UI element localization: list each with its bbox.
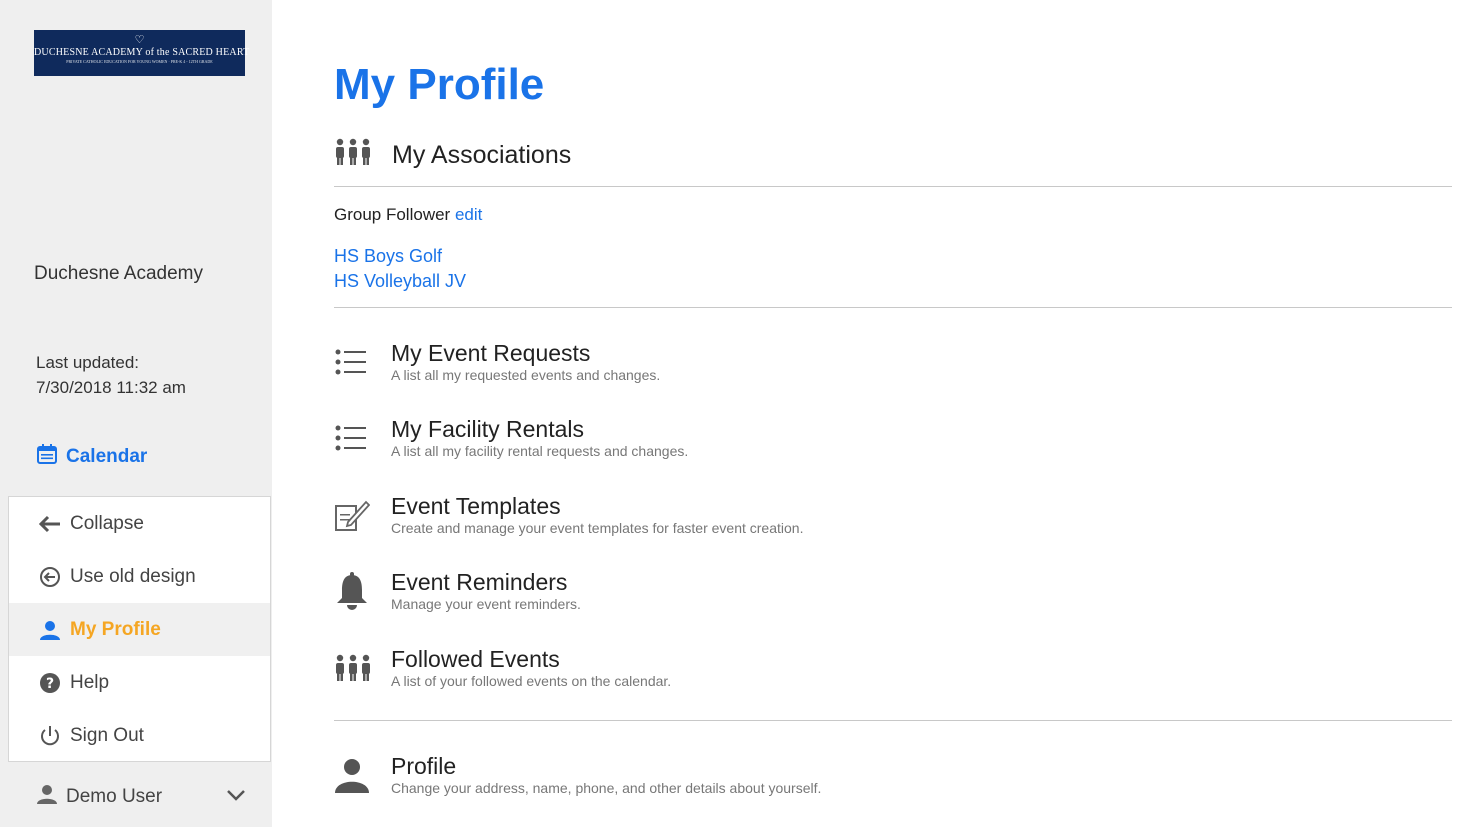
power-icon [38, 725, 62, 747]
divider [334, 307, 1452, 308]
group-follower-row: Group Follower edit [334, 205, 482, 225]
list-icon [334, 420, 372, 456]
menu-item-collapse[interactable]: Collapse [9, 497, 270, 550]
sidebar: ♡ DUCHESNE ACADEMY of the SACRED HEART P… [0, 0, 272, 827]
calendar-label: Calendar [66, 446, 148, 467]
feature-title: Event Reminders [391, 569, 568, 595]
person-icon [334, 757, 372, 793]
page-title: My Profile [334, 60, 545, 109]
bell-icon [334, 572, 372, 610]
school-logo[interactable]: ♡ DUCHESNE ACADEMY of the SACRED HEART P… [34, 30, 250, 76]
calendar-icon [36, 443, 58, 471]
feature-description: Manage your event reminders. [391, 596, 581, 612]
edit-group-follower-link[interactable]: edit [455, 205, 482, 224]
last-updated-value: 7/30/2018 11:32 am [36, 378, 186, 397]
event-templates-item[interactable]: Event Templates Create and manage your e… [334, 493, 803, 537]
sidebar-menu: Collapse Use old design My Profile ? Hel… [8, 496, 271, 762]
menu-item-label: Collapse [70, 512, 144, 534]
my-event-requests-item[interactable]: My Event Requests A list all my requeste… [334, 340, 660, 384]
feature-title: Followed Events [391, 646, 560, 672]
feature-title: My Facility Rentals [391, 416, 584, 442]
user-name: Demo User [66, 786, 163, 807]
feature-description: Create and manage your event templates f… [391, 520, 804, 536]
group-icon [334, 650, 372, 686]
menu-item-help[interactable]: ? Help [9, 656, 270, 709]
user-menu-toggle[interactable]: Demo User [36, 782, 246, 812]
divider [334, 186, 1452, 187]
feature-description: A list all my facility rental requests a… [391, 443, 689, 459]
divider [334, 720, 1452, 721]
group-follower-label: Group Follower [334, 205, 451, 224]
feature-description: Change your address, name, phone, and ot… [391, 780, 822, 796]
menu-item-sign-out[interactable]: Sign Out [9, 709, 270, 762]
menu-item-label: Use old design [70, 565, 196, 587]
my-facility-rentals-item[interactable]: My Facility Rentals A list all my facili… [334, 416, 688, 460]
profile-item[interactable]: Profile Change your address, name, phone… [334, 753, 821, 797]
group-icon [334, 138, 372, 173]
feature-title: My Event Requests [391, 340, 591, 366]
person-icon [38, 619, 62, 641]
feature-title: Profile [391, 753, 457, 779]
edit-document-icon [334, 497, 372, 533]
feature-description: A list of your followed events on the ca… [391, 673, 672, 689]
menu-item-my-profile[interactable]: My Profile [9, 603, 270, 656]
logo-title: DUCHESNE ACADEMY of the SACRED HEART [34, 47, 250, 58]
menu-item-label: Help [70, 671, 110, 693]
chevron-down-icon [226, 786, 246, 808]
menu-item-use-old-design[interactable]: Use old design [9, 550, 270, 603]
feature-description: A list all my requested events and chang… [391, 367, 661, 383]
associations-heading: My Associations [334, 138, 571, 173]
logo-tagline: PRIVATE CATHOLIC EDUCATION FOR YOUNG WOM… [66, 59, 213, 64]
group-link-hs-volleyball-jv[interactable]: HS Volleyball JV [334, 269, 466, 294]
followed-events-item[interactable]: Followed Events A list of your followed … [334, 646, 671, 690]
menu-item-label: My Profile [70, 618, 161, 640]
organization-name: Duchesne Academy [34, 263, 203, 284]
calendar-link[interactable]: Calendar [36, 443, 147, 471]
event-reminders-item[interactable]: Event Reminders Manage your event remind… [334, 569, 581, 613]
list-icon [334, 344, 372, 380]
menu-item-label: Sign Out [70, 724, 144, 746]
circle-arrow-left-icon [38, 566, 62, 588]
associations-title: My Associations [392, 141, 572, 169]
arrow-left-icon [38, 515, 62, 533]
heart-crest-icon: ♡ [134, 34, 145, 46]
user-avatar-icon [36, 783, 58, 811]
last-updated-label: Last updated: [36, 353, 140, 372]
group-link-hs-boys-golf[interactable]: HS Boys Golf [334, 244, 466, 269]
question-circle-icon: ? [38, 672, 62, 694]
feature-title: Event Templates [391, 493, 561, 519]
last-updated: Last updated: 7/30/2018 11:32 am [36, 350, 186, 400]
svg-text:?: ? [46, 676, 54, 692]
followed-groups-list: HS Boys Golf HS Volleyball JV [334, 244, 466, 294]
